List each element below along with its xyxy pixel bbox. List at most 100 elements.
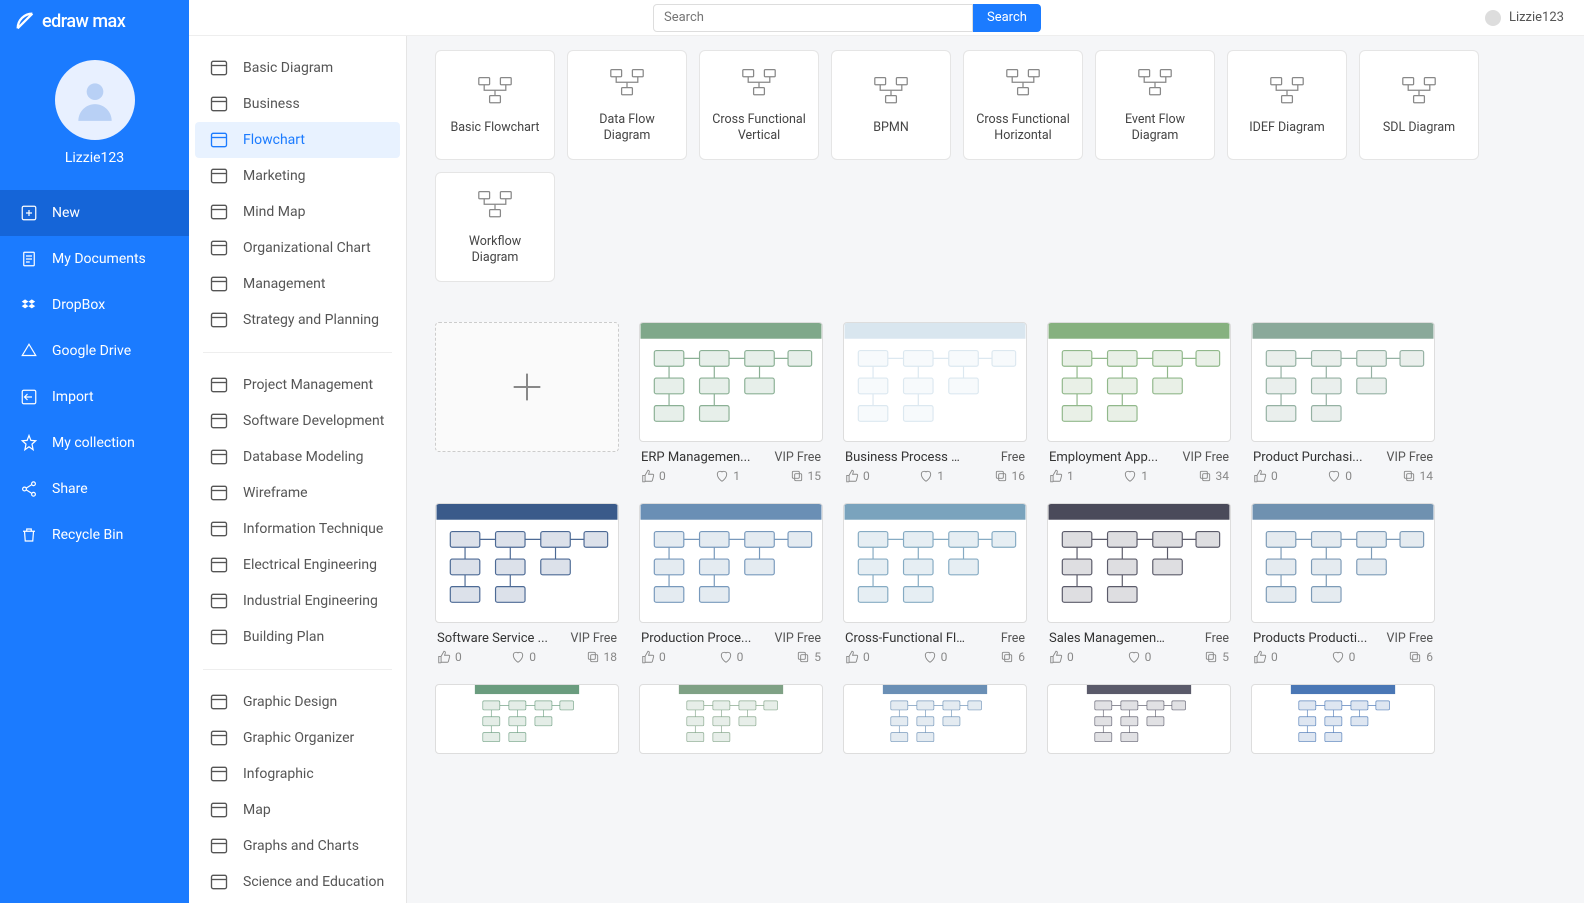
template-card[interactable]: Cross-Functional Flo...Free006 (843, 503, 1027, 664)
template-card[interactable]: Product Purchasi...VIP Free0014 (1251, 322, 1435, 483)
category-basic-diagram[interactable]: Basic Diagram (195, 50, 400, 86)
nav-item-collection[interactable]: My collection (0, 420, 189, 466)
template-card[interactable] (1047, 684, 1231, 754)
category-information-technique[interactable]: Information Technique (195, 511, 400, 547)
favorites-stat[interactable]: 0 (511, 650, 536, 664)
template-card[interactable] (843, 684, 1027, 754)
likes-stat[interactable]: 0 (1253, 650, 1278, 664)
template-card[interactable]: ERP Managemen...VIP Free0115 (639, 322, 823, 483)
tile-label: SDL Diagram (1383, 120, 1455, 136)
template-card[interactable]: Production Proce...VIP Free005 (639, 503, 823, 664)
favorites-stat[interactable]: 0 (719, 650, 744, 664)
category-label: Infographic (243, 766, 314, 782)
category-project-management[interactable]: Project Management (195, 367, 400, 403)
category-graphic-organizer[interactable]: Graphic Organizer (195, 720, 400, 756)
category-business[interactable]: Business (195, 86, 400, 122)
nav-item-new[interactable]: New (0, 190, 189, 236)
tile-bpmn[interactable]: BPMN (831, 50, 951, 160)
category-science-and-education[interactable]: Science and Education (195, 864, 400, 900)
category-marketing[interactable]: Marketing (195, 158, 400, 194)
category-organizational-chart[interactable]: Organizational Chart (195, 230, 400, 266)
category-electrical-engineering[interactable]: Electrical Engineering (195, 547, 400, 583)
category-infographic[interactable]: Infographic (195, 756, 400, 792)
search-input[interactable] (653, 4, 973, 32)
copies-stat[interactable]: 15 (790, 469, 822, 483)
likes-stat[interactable]: 0 (641, 650, 666, 664)
template-card[interactable] (639, 684, 823, 754)
category-label: Flowchart (243, 132, 305, 148)
likes-stat[interactable]: 1 (1049, 469, 1074, 483)
favorites-stat[interactable]: 0 (1127, 650, 1152, 664)
template-badge: Free (1205, 631, 1229, 646)
category-strategy-and-planning[interactable]: Strategy and Planning (195, 302, 400, 338)
category-wireframe[interactable]: Wireframe (195, 475, 400, 511)
category-database-modeling[interactable]: Database Modeling (195, 439, 400, 475)
category-graphs-and-charts[interactable]: Graphs and Charts (195, 828, 400, 864)
likes-stat[interactable]: 0 (437, 650, 462, 664)
nav-item-recycle[interactable]: Recycle Bin (0, 512, 189, 558)
category-building-plan[interactable]: Building Plan (195, 619, 400, 655)
template-stats: 0 0 14 (1251, 469, 1435, 483)
favorites-stat[interactable]: 1 (715, 469, 740, 483)
tile-sdl-diagram[interactable]: SDL Diagram (1359, 50, 1479, 160)
tile-event-flow-diagram[interactable]: Event Flow Diagram (1095, 50, 1215, 160)
favorites-stat[interactable]: 0 (1327, 469, 1352, 483)
copies-stat[interactable]: 18 (586, 650, 618, 664)
tile-workflow-diagram[interactable]: Workflow Diagram (435, 172, 555, 282)
nav-label: New (52, 205, 80, 221)
template-card[interactable]: Products Producti...VIP Free006 (1251, 503, 1435, 664)
likes-stat[interactable]: 0 (845, 650, 870, 664)
copies-stat[interactable]: 16 (994, 469, 1026, 483)
template-badge: VIP Free (1387, 450, 1433, 465)
tile-data-flow-diagram[interactable]: Data Flow Diagram (567, 50, 687, 160)
template-info: Software Service ...VIP Free (435, 623, 619, 650)
likes-stat[interactable]: 0 (845, 469, 870, 483)
favorites-stat[interactable]: 1 (919, 469, 944, 483)
tile-basic-flowchart[interactable]: Basic Flowchart (435, 50, 555, 160)
copies-stat[interactable]: 5 (1204, 650, 1229, 664)
template-card[interactable] (1251, 684, 1435, 754)
template-card[interactable]: Business Process Mo...Free0 1 16 (843, 322, 1027, 483)
search-button[interactable]: Search (973, 4, 1041, 32)
nav-item-gdrive[interactable]: Google Drive (0, 328, 189, 374)
favorites-stat[interactable]: 1 (1123, 469, 1148, 483)
copies-stat[interactable]: 5 (796, 650, 821, 664)
category-mind-map[interactable]: Mind Map (195, 194, 400, 230)
copies-stat[interactable]: 6 (1000, 650, 1025, 664)
favorites-stat[interactable]: 0 (1331, 650, 1356, 664)
new-template-button[interactable] (435, 322, 619, 452)
category-management[interactable]: Management (195, 266, 400, 302)
tile-cross-functional-horizontal[interactable]: Cross Functional Horizontal (963, 50, 1083, 160)
search-wrap: Search (653, 4, 1041, 32)
category-software-development[interactable]: Software Development (195, 403, 400, 439)
template-card[interactable]: Software Service ...VIP Free0 0 18 (435, 503, 619, 664)
tile-cross-functional-vertical[interactable]: Cross Functional Vertical (699, 50, 819, 160)
avatar[interactable] (55, 60, 135, 140)
template-card[interactable]: Sales Management C...Free005 (1047, 503, 1231, 664)
template-info: Business Process Mo...Free (843, 442, 1027, 469)
category-label: Business (243, 96, 300, 112)
user-info[interactable]: Lizzie123 (1485, 10, 1564, 26)
copies-stat[interactable]: 6 (1408, 650, 1433, 664)
nav-item-mydocs[interactable]: My Documents (0, 236, 189, 282)
favorites-stat[interactable]: 0 (923, 650, 948, 664)
nav-item-share[interactable]: Share (0, 466, 189, 512)
likes-stat[interactable]: 0 (1049, 650, 1074, 664)
category-industrial-engineering[interactable]: Industrial Engineering (195, 583, 400, 619)
nav-item-import[interactable]: Import (0, 374, 189, 420)
template-card[interactable] (435, 684, 619, 754)
template-stats: 0 0 6 (843, 650, 1027, 664)
collection-icon (20, 434, 38, 452)
category-map[interactable]: Map (195, 792, 400, 828)
nav-item-dropbox[interactable]: DropBox (0, 282, 189, 328)
likes-stat[interactable]: 0 (641, 469, 666, 483)
nav-label: Recycle Bin (52, 527, 123, 543)
category-graphic-design[interactable]: Graphic Design (195, 684, 400, 720)
likes-stat[interactable]: 0 (1253, 469, 1278, 483)
template-card[interactable]: Employment App...VIP Free1134 (1047, 322, 1231, 483)
tile-idef-diagram[interactable]: IDEF Diagram (1227, 50, 1347, 160)
template-thumbnail (435, 684, 619, 754)
copies-stat[interactable]: 34 (1198, 469, 1230, 483)
copies-stat[interactable]: 14 (1402, 469, 1434, 483)
category-flowchart[interactable]: Flowchart (195, 122, 400, 158)
